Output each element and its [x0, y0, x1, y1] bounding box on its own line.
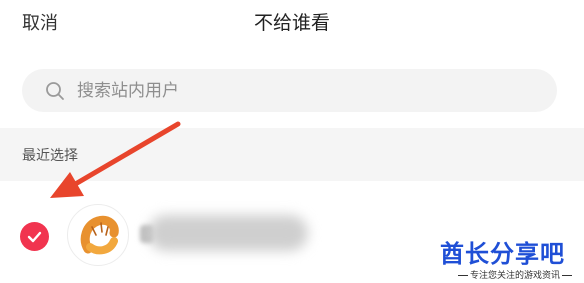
search-bar[interactable]: [22, 69, 557, 112]
recent-section-label: 最近选择: [22, 148, 78, 164]
selected-checkbox[interactable]: [20, 222, 49, 251]
avatar: [67, 204, 129, 266]
watermark-tagline: 专注您关注的游戏资讯: [470, 271, 561, 281]
username-blurred: [148, 215, 308, 251]
page-title: 不给谁看: [253, 12, 330, 34]
recent-section-header: 最近选择: [0, 128, 584, 181]
watermark-line-right: [562, 275, 572, 276]
croissant-icon: [80, 215, 119, 255]
checkmark-icon: [27, 231, 42, 243]
watermark-brand: 酋长分享吧: [440, 240, 565, 268]
top-bar: 取消 不给谁看: [0, 0, 584, 44]
watermark-tagline-wrap: 专注您关注的游戏资讯: [458, 268, 572, 282]
watermark-line-left: [458, 275, 468, 276]
search-input[interactable]: [77, 69, 537, 112]
search-icon: [46, 82, 64, 100]
